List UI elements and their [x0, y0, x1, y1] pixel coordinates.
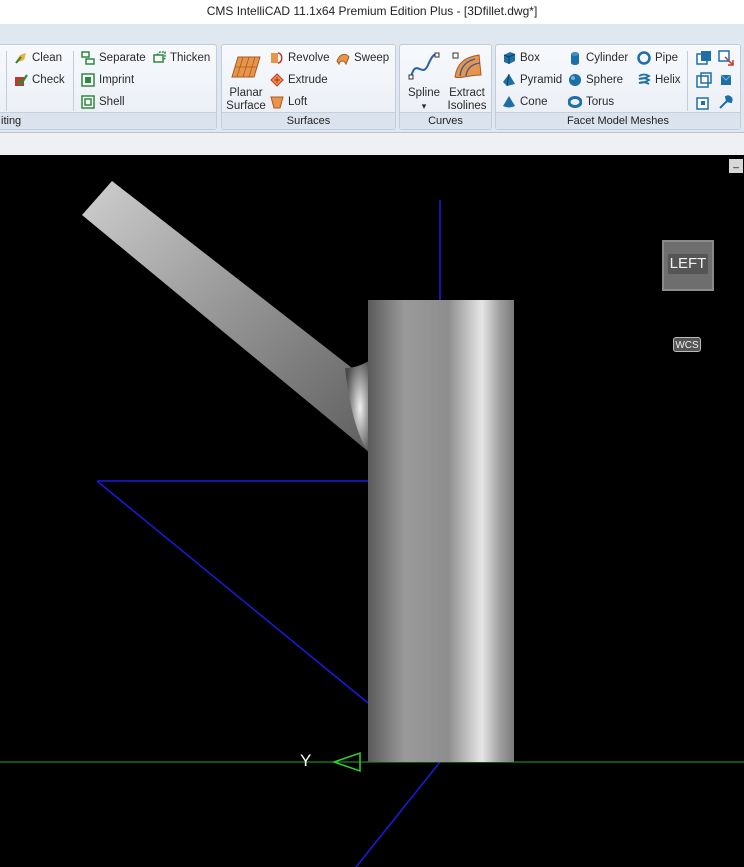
cone-button[interactable]: Cone — [502, 92, 548, 112]
clean-button[interactable]: Clean — [14, 48, 62, 68]
loft-icon — [270, 96, 284, 109]
box-mesh-icon — [503, 52, 516, 64]
cylinder-mesh-icon — [571, 52, 579, 65]
group-label-surfaces: Surfaces — [222, 112, 395, 129]
sphere-mesh-icon — [569, 74, 581, 86]
mesh-tool-1-icon[interactable] — [696, 50, 712, 66]
box-button[interactable]: Box — [502, 48, 540, 68]
planar-surface-icon — [231, 56, 261, 78]
extract-isolines-label-1: Extract — [449, 87, 485, 99]
group-facet-model-meshes: Box Pyramid Cone Cylinder Sphere Torus P… — [495, 44, 741, 130]
planar-surface-button[interactable]: Planar Surface — [224, 51, 268, 113]
planar-surface-label-1: Planar — [229, 87, 263, 99]
separate-button[interactable]: Separate — [81, 48, 146, 68]
revolve-icon — [271, 52, 283, 64]
loft-button[interactable]: Loft — [270, 92, 307, 112]
mesh-tool-3-icon[interactable] — [696, 72, 712, 88]
loft-label: Loft — [288, 96, 308, 108]
ribbon: Clean Check Separate Imprint Shell Thick… — [0, 24, 744, 133]
pyramid-button[interactable]: Pyramid — [502, 70, 562, 90]
model-scene — [0, 181, 744, 867]
extrude-label: Extrude — [288, 74, 328, 86]
axis-label-y: Y — [300, 751, 312, 770]
group-label-facet-model-meshes: Facet Model Meshes — [496, 112, 740, 129]
cone-mesh-icon — [503, 96, 515, 108]
thicken-icon — [153, 51, 166, 63]
vertical-cylinder — [368, 300, 514, 762]
check-label: Check — [32, 74, 65, 86]
torus-mesh-icon — [568, 96, 582, 108]
mesh-tool-5-icon[interactable] — [696, 94, 712, 110]
drawing-viewport[interactable]: Y — [0, 155, 744, 867]
revolve-label: Revolve — [288, 52, 330, 64]
shell-icon — [81, 95, 95, 109]
sphere-button[interactable]: Sphere — [568, 70, 623, 90]
extract-isolines-button[interactable]: Extract Isolines — [445, 51, 489, 113]
spline-button[interactable]: Spline ▾ — [402, 51, 446, 113]
shell-label: Shell — [99, 96, 125, 108]
pipe-label: Pipe — [655, 52, 679, 64]
extrude-icon — [270, 73, 284, 87]
group-curves: Spline ▾ Extract Isolines Curves — [399, 44, 492, 130]
sweep-icon — [336, 53, 350, 65]
revolve-button[interactable]: Revolve — [270, 48, 330, 68]
group-label-curves: Curves — [400, 112, 491, 129]
separator — [73, 51, 74, 111]
sphere-label: Sphere — [586, 74, 624, 86]
helix-label: Helix — [655, 74, 681, 86]
spline-icon — [408, 52, 440, 80]
pipe-mesh-icon — [637, 51, 651, 65]
torus-button[interactable]: Torus — [568, 92, 614, 112]
pipe-button[interactable]: Pipe — [637, 48, 678, 68]
separate-label: Separate — [99, 52, 146, 64]
toolbar-strip — [0, 133, 744, 155]
mesh-tool-4-icon[interactable] — [718, 72, 734, 88]
view-cube[interactable]: LEFT — [662, 240, 714, 291]
thicken-button[interactable]: Thicken — [152, 48, 210, 68]
window-title: CMS IntelliCAD 11.1x64 Premium Edition P… — [0, 0, 744, 24]
extract-isolines-icon — [452, 52, 482, 79]
angled-tube — [82, 181, 370, 453]
sweep-label: Sweep — [354, 52, 390, 64]
viewport-minimize-button[interactable]: _ — [729, 159, 743, 173]
imprint-icon — [81, 73, 95, 87]
separate-icon — [81, 51, 95, 65]
ucs-menu-button[interactable]: WCS — [673, 337, 701, 352]
group-solid-editing: Clean Check Separate Imprint Shell Thick… — [0, 44, 217, 130]
separator — [687, 51, 688, 111]
cylinder-button[interactable]: Cylinder — [568, 48, 628, 68]
mesh-tool-6-icon[interactable] — [718, 94, 734, 110]
check-button[interactable]: Check — [14, 70, 65, 90]
group-label-editing: iting — [0, 112, 216, 129]
group-surfaces: Planar Surface Revolve Extrude Loft Swee… — [221, 44, 396, 130]
pyramid-mesh-icon — [503, 73, 515, 87]
box-label: Box — [520, 52, 540, 64]
cylinder-label: Cylinder — [586, 52, 629, 64]
blue-line-diagonal — [96, 480, 369, 704]
blue-axis-lower — [355, 761, 441, 867]
sweep-button[interactable]: Sweep — [336, 48, 389, 68]
check-icon — [15, 74, 28, 86]
spline-label: Spline — [408, 87, 440, 99]
view-cube-face-label: LEFT — [667, 254, 709, 274]
extrude-button[interactable]: Extrude — [270, 70, 328, 90]
helix-mesh-icon — [638, 73, 651, 85]
pyramid-label: Pyramid — [520, 74, 563, 86]
clean-label: Clean — [32, 52, 63, 64]
torus-label: Torus — [586, 96, 615, 108]
mesh-tool-2-icon[interactable] — [718, 50, 734, 66]
cone-label: Cone — [520, 96, 548, 108]
shell-button[interactable]: Shell — [81, 92, 125, 112]
imprint-button[interactable]: Imprint — [81, 70, 134, 90]
imprint-label: Imprint — [99, 74, 135, 86]
clean-icon — [15, 53, 26, 64]
separator — [6, 51, 7, 111]
thicken-label: Thicken — [170, 52, 211, 64]
helix-button[interactable]: Helix — [637, 70, 681, 90]
